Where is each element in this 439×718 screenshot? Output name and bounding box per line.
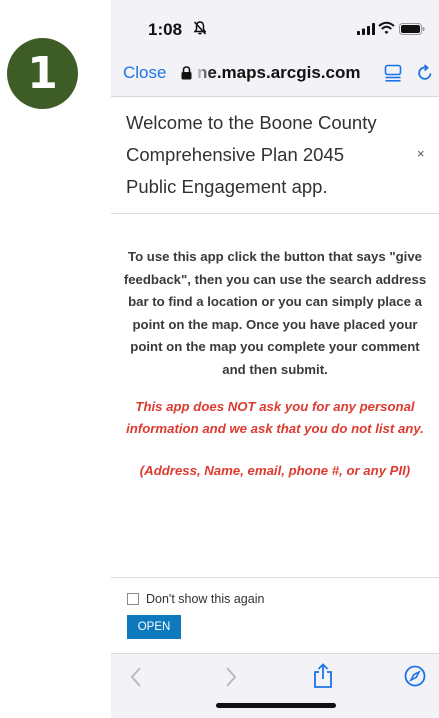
privacy-warning-text: This app does NOT ask you for any person… <box>126 398 424 437</box>
compass-icon[interactable] <box>404 665 426 687</box>
dialog-header: Welcome to the Boone County Comprehensiv… <box>111 96 439 214</box>
dont-show-again-label: Don't show this again <box>146 592 265 606</box>
dialog-title: Welcome to the Boone County Comprehensiv… <box>126 112 377 197</box>
url-fade <box>194 61 212 85</box>
open-button[interactable]: OPEN <box>127 615 181 639</box>
url-bar: Close ne.maps.arcgis.com <box>111 55 439 91</box>
battery-icon <box>399 23 425 35</box>
home-indicator <box>216 703 336 708</box>
back-icon[interactable] <box>129 666 143 688</box>
browser-close-button[interactable]: Close <box>123 63 166 83</box>
dialog-close-icon[interactable]: × <box>417 146 425 161</box>
pii-examples-text: (Address, Name, email, phone #, or any P… <box>139 462 411 478</box>
lock-icon <box>181 66 192 80</box>
bell-off-icon <box>193 21 207 35</box>
forward-icon[interactable] <box>224 666 238 688</box>
wifi-icon <box>378 21 395 34</box>
step-number: 1 <box>27 48 58 99</box>
browser-toolbar <box>111 653 439 718</box>
reader-icon[interactable] <box>384 64 402 82</box>
reload-icon[interactable] <box>416 64 434 82</box>
dont-show-again-checkbox[interactable] <box>127 593 139 605</box>
browser-chrome: 1:08 Close ne.maps.arcgis.com <box>111 0 439 97</box>
dont-show-again-option[interactable]: Don't show this again <box>127 592 264 606</box>
share-icon[interactable] <box>312 663 334 689</box>
instructions-text: To use this app click the button that sa… <box>123 249 427 377</box>
dialog-body: To use this app click the button that sa… <box>118 246 432 482</box>
status-bar: 1:08 <box>111 0 439 54</box>
status-time: 1:08 <box>148 20 183 39</box>
signal-icon <box>357 23 375 35</box>
step-number-badge: 1 <box>7 38 78 109</box>
dialog-footer: Don't show this again OPEN <box>111 577 439 654</box>
url-text[interactable]: ne.maps.arcgis.com <box>197 63 360 83</box>
phone-screen: 1:08 Close ne.maps.arcgis.com Welcome to… <box>111 0 439 718</box>
